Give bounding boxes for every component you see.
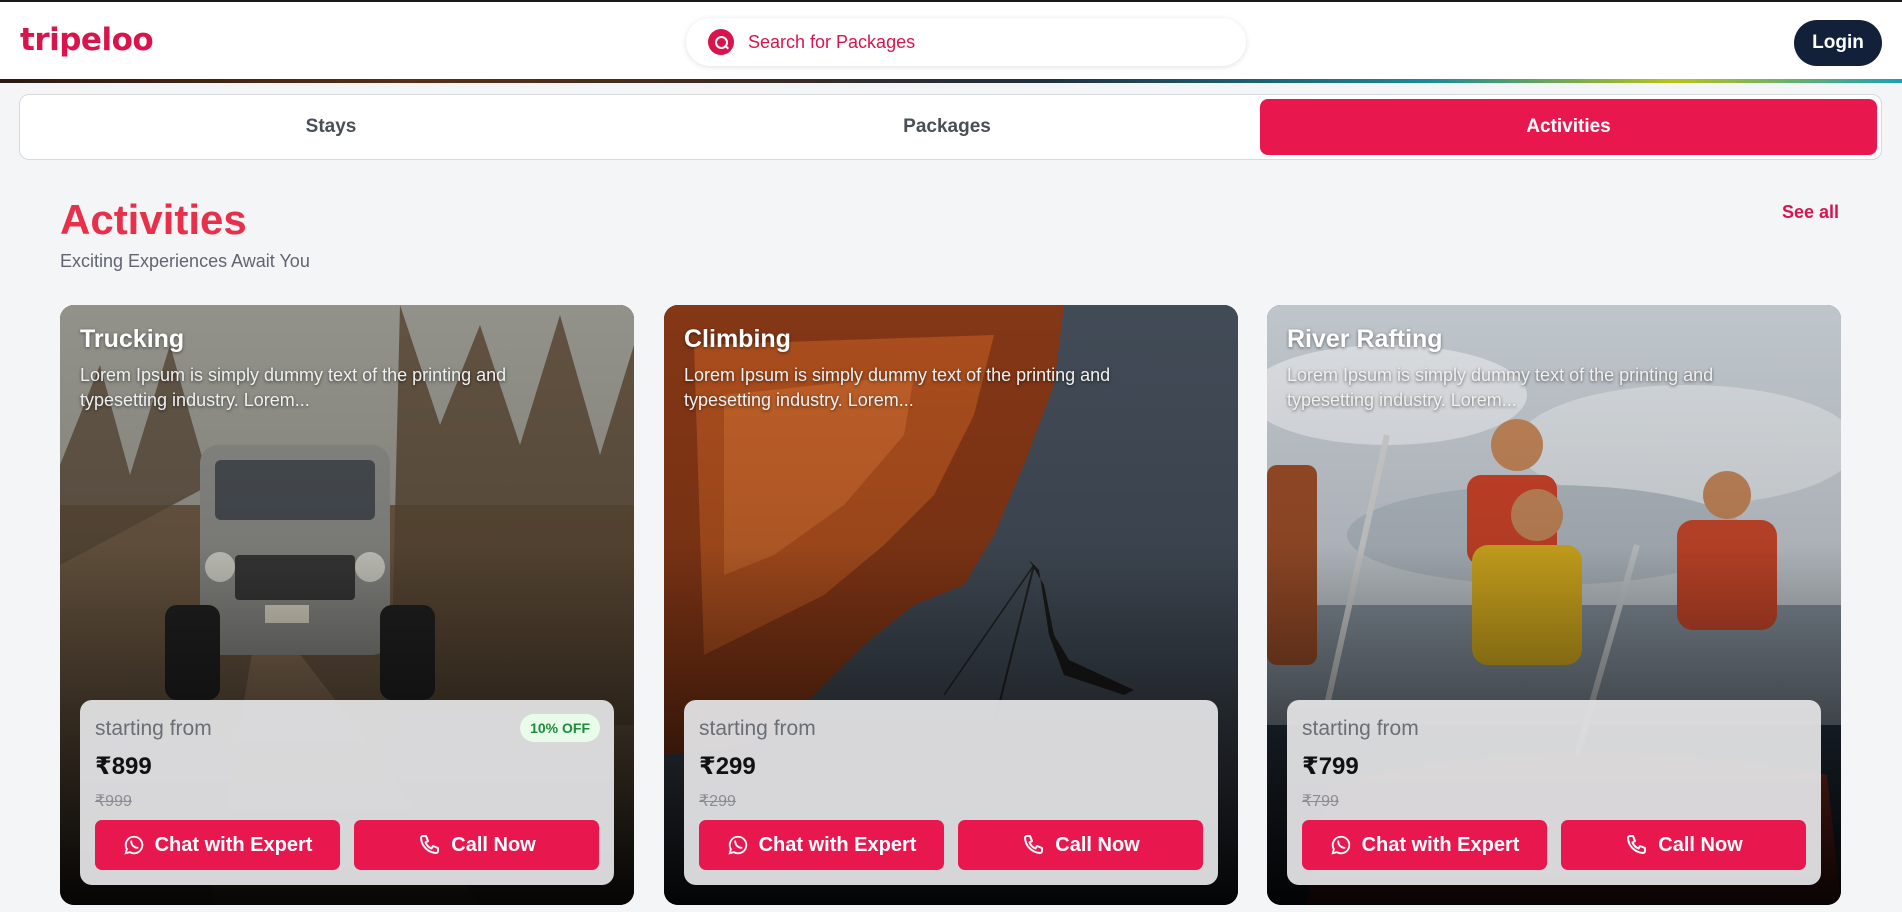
discount-badge: 10% OFF — [520, 714, 600, 742]
card-title: Climbing — [684, 325, 791, 353]
card-description: Lorem Ipsum is simply dummy text of the … — [684, 365, 1111, 410]
call-now-button[interactable]: Call Now — [354, 820, 599, 870]
search-icon[interactable] — [708, 29, 734, 55]
search-bar[interactable]: Search for Packages — [686, 18, 1246, 66]
call-button-label: Call Now — [1055, 833, 1140, 856]
activity-card[interactable]: River Rafting Lorem Ipsum is simply dumm… — [1267, 305, 1841, 905]
price-panel: starting from ₹299 ₹299 Chat with Expert… — [684, 700, 1218, 885]
tab-packages[interactable]: Packages — [640, 99, 1254, 155]
phone-icon — [1021, 833, 1045, 857]
chat-button-label: Chat with Expert — [758, 833, 917, 856]
original-price: ₹299 — [699, 793, 736, 810]
chat-button-label: Chat with Expert — [1361, 833, 1520, 856]
price: ₹899 — [95, 753, 152, 780]
logo[interactable]: tripeloo — [20, 22, 154, 58]
starting-from-label: starting from — [1302, 717, 1419, 740]
whatsapp-icon — [1330, 834, 1352, 856]
login-button[interactable]: Login — [1794, 20, 1882, 66]
whatsapp-icon — [727, 834, 749, 856]
site-header: tripeloo Search for Packages Login — [0, 0, 1902, 79]
starting-from-label: starting from — [95, 717, 212, 740]
original-price: ₹999 — [95, 793, 132, 810]
call-now-button[interactable]: Call Now — [958, 820, 1203, 870]
chat-with-expert-button[interactable]: Chat with Expert — [95, 820, 340, 870]
card-title: Trucking — [80, 325, 185, 353]
section-title: Activities — [60, 196, 247, 243]
search-input[interactable]: Search for Packages — [748, 32, 915, 53]
see-all-link[interactable]: See all — [1782, 202, 1839, 223]
price: ₹299 — [699, 753, 756, 780]
call-button-label: Call Now — [1658, 833, 1743, 856]
tab-stays[interactable]: Stays — [24, 99, 638, 155]
price-panel: starting from ₹799 ₹799 Chat with Expert… — [1287, 700, 1821, 885]
chat-with-expert-button[interactable]: Chat with Expert — [1302, 820, 1547, 870]
activity-card[interactable]: Climbing Lorem Ipsum is simply dummy tex… — [664, 305, 1238, 905]
chat-with-expert-button[interactable]: Chat with Expert — [699, 820, 944, 870]
original-price: ₹799 — [1302, 793, 1339, 810]
phone-icon — [1624, 833, 1648, 857]
card-description: Lorem Ipsum is simply dummy text of the … — [1287, 365, 1714, 410]
tab-activities[interactable]: Activities — [1260, 99, 1877, 155]
category-tabs: Stays Packages Activities — [19, 94, 1882, 160]
hero-image-strip — [0, 79, 1902, 83]
whatsapp-icon — [123, 834, 145, 856]
card-description: Lorem Ipsum is simply dummy text of the … — [80, 365, 507, 410]
section-subtitle: Exciting Experiences Await You — [60, 251, 310, 271]
price: ₹799 — [1302, 753, 1359, 780]
call-now-button[interactable]: Call Now — [1561, 820, 1806, 870]
starting-from-label: starting from — [699, 717, 816, 740]
call-button-label: Call Now — [451, 833, 536, 856]
phone-icon — [417, 833, 441, 857]
price-panel: starting from 10% OFF ₹899 ₹999 Chat wit… — [80, 700, 614, 885]
activity-card[interactable]: Trucking Lorem Ipsum is simply dummy tex… — [60, 305, 634, 905]
chat-button-label: Chat with Expert — [154, 833, 313, 856]
card-title: River Rafting — [1287, 325, 1443, 353]
